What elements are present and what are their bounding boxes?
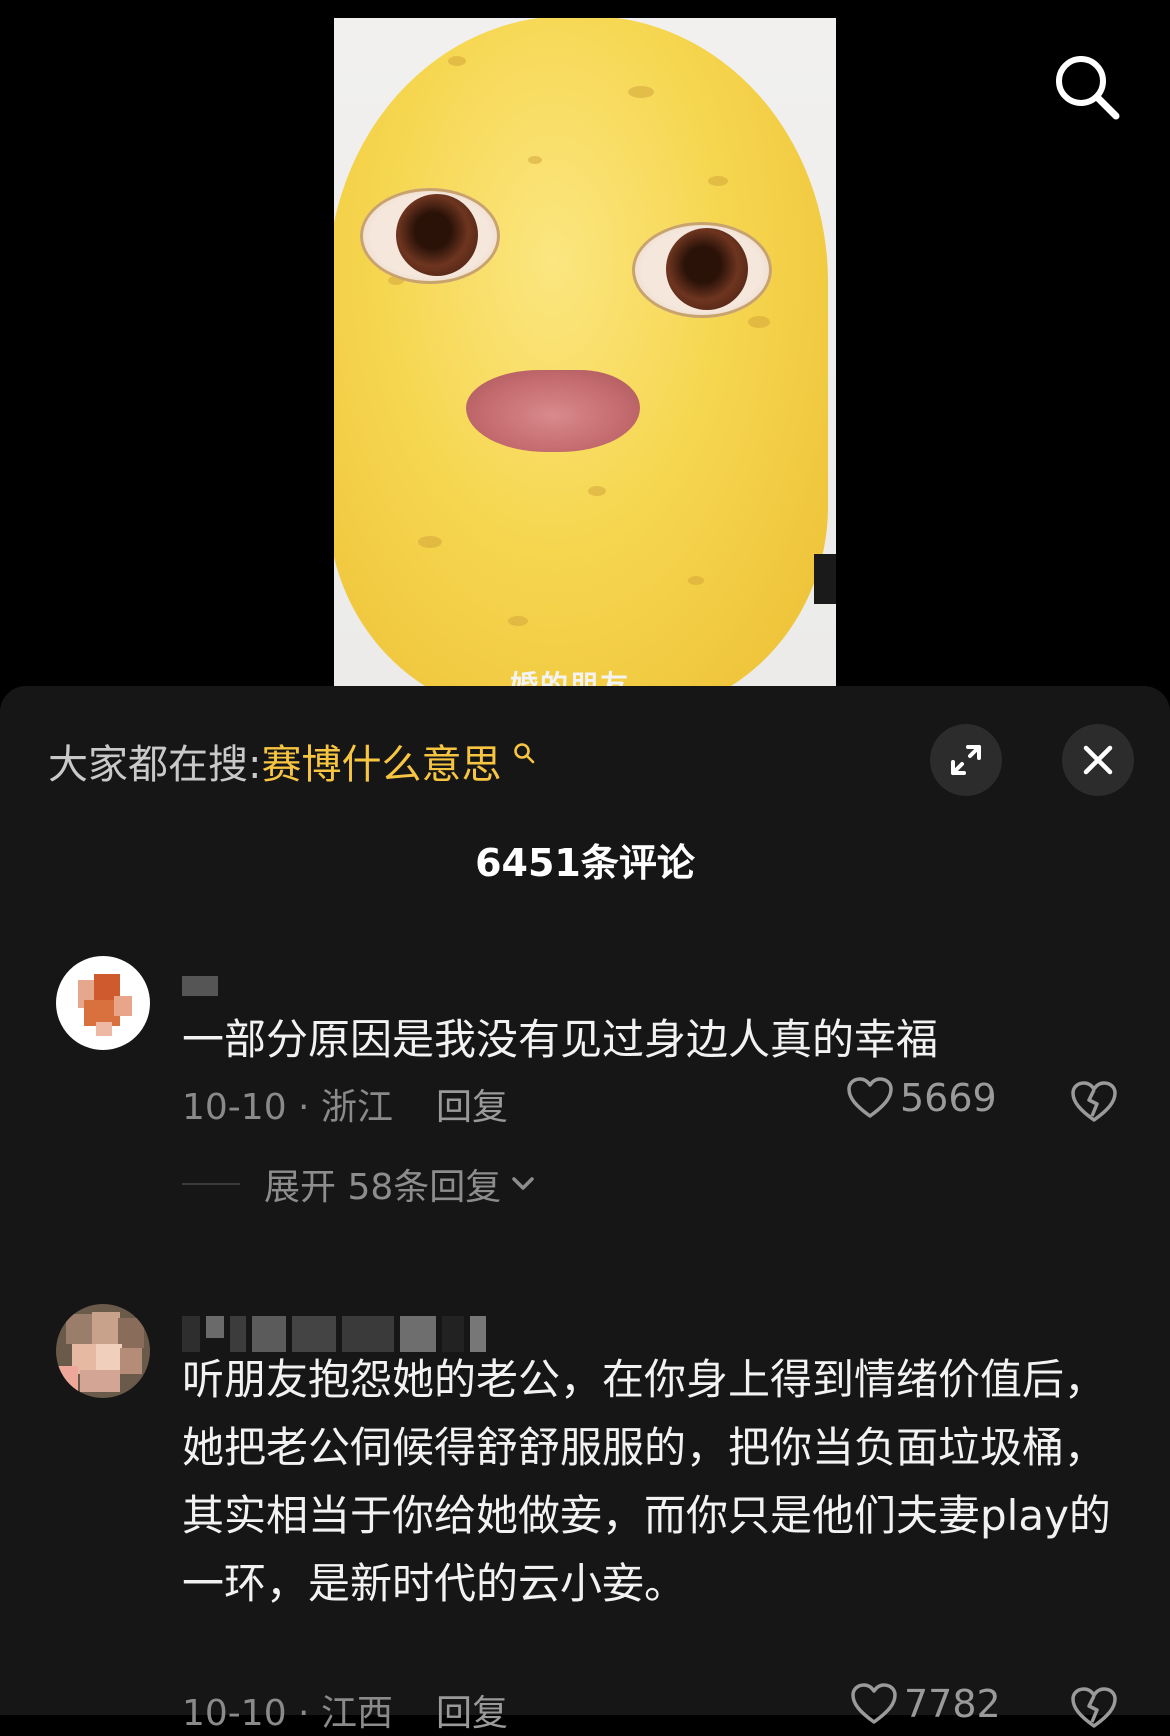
- comment-meta: 10-10 · 浙江: [182, 1087, 393, 1128]
- like-count: 5669: [900, 1076, 997, 1120]
- avatar[interactable]: [56, 956, 150, 1050]
- avatar[interactable]: [56, 1304, 150, 1398]
- comment-text: 一部分原因是我没有见过身边人真的幸福: [182, 1015, 939, 1064]
- expand-replies-label: 展开 58条回复: [264, 1167, 502, 1208]
- like-button[interactable]: 7782: [850, 1682, 1001, 1726]
- potato-face-image: [334, 18, 828, 686]
- divider-line: [182, 1183, 240, 1185]
- close-icon: [1083, 745, 1113, 775]
- search-mini-icon: [505, 742, 535, 770]
- left-eye: [360, 188, 500, 284]
- close-panel-button[interactable]: [1062, 724, 1134, 796]
- comments-panel: 大家都在搜:赛博什么意思 6451条评论 一部分原因是我没有见过身边人真的幸福 …: [0, 686, 1170, 1734]
- background-object: [814, 554, 836, 604]
- dislike-button[interactable]: [1070, 1686, 1118, 1734]
- heart-icon: [851, 1683, 897, 1724]
- chevron-down-icon: [512, 1177, 535, 1190]
- video-caption: 婚的朋友: [510, 669, 631, 686]
- like-button[interactable]: 5669: [846, 1076, 997, 1120]
- broken-heart-icon: [1071, 1081, 1117, 1122]
- comment-meta: 10-10 · 江西: [182, 1693, 393, 1734]
- hot-search-prefix: 大家都在搜:: [48, 742, 262, 788]
- search-button[interactable]: [1052, 52, 1122, 122]
- hot-search-keyword[interactable]: 赛博什么意思: [261, 742, 501, 788]
- comment-count-title: 6451条评论: [475, 841, 695, 885]
- like-count: 7782: [904, 1682, 1001, 1726]
- dislike-button[interactable]: [1070, 1080, 1118, 1128]
- lips: [466, 370, 640, 452]
- username-blurred[interactable]: [182, 976, 224, 996]
- search-icon: [1056, 56, 1120, 120]
- heart-icon: [847, 1077, 893, 1118]
- expand-icon: [951, 745, 981, 775]
- right-eye: [632, 222, 772, 318]
- video-frame[interactable]: 婚的朋友: [334, 18, 836, 686]
- expand-replies-button[interactable]: 展开 58条回复: [182, 1158, 537, 1210]
- broken-heart-icon: [1071, 1687, 1117, 1728]
- reply-button[interactable]: 回复: [436, 1078, 508, 1130]
- expand-panel-button[interactable]: [930, 724, 1002, 796]
- username-blurred[interactable]: [182, 1316, 492, 1352]
- hot-search-bar[interactable]: 大家都在搜:赛博什么意思: [48, 732, 535, 790]
- comment-text: 听朋友抱怨她的老公，在你身上得到情绪价值后，她把老公伺候得舒舒服服的，把你当负面…: [182, 1355, 1111, 1608]
- video-player[interactable]: 婚的朋友: [0, 0, 1170, 700]
- reply-button[interactable]: 回复: [436, 1684, 508, 1736]
